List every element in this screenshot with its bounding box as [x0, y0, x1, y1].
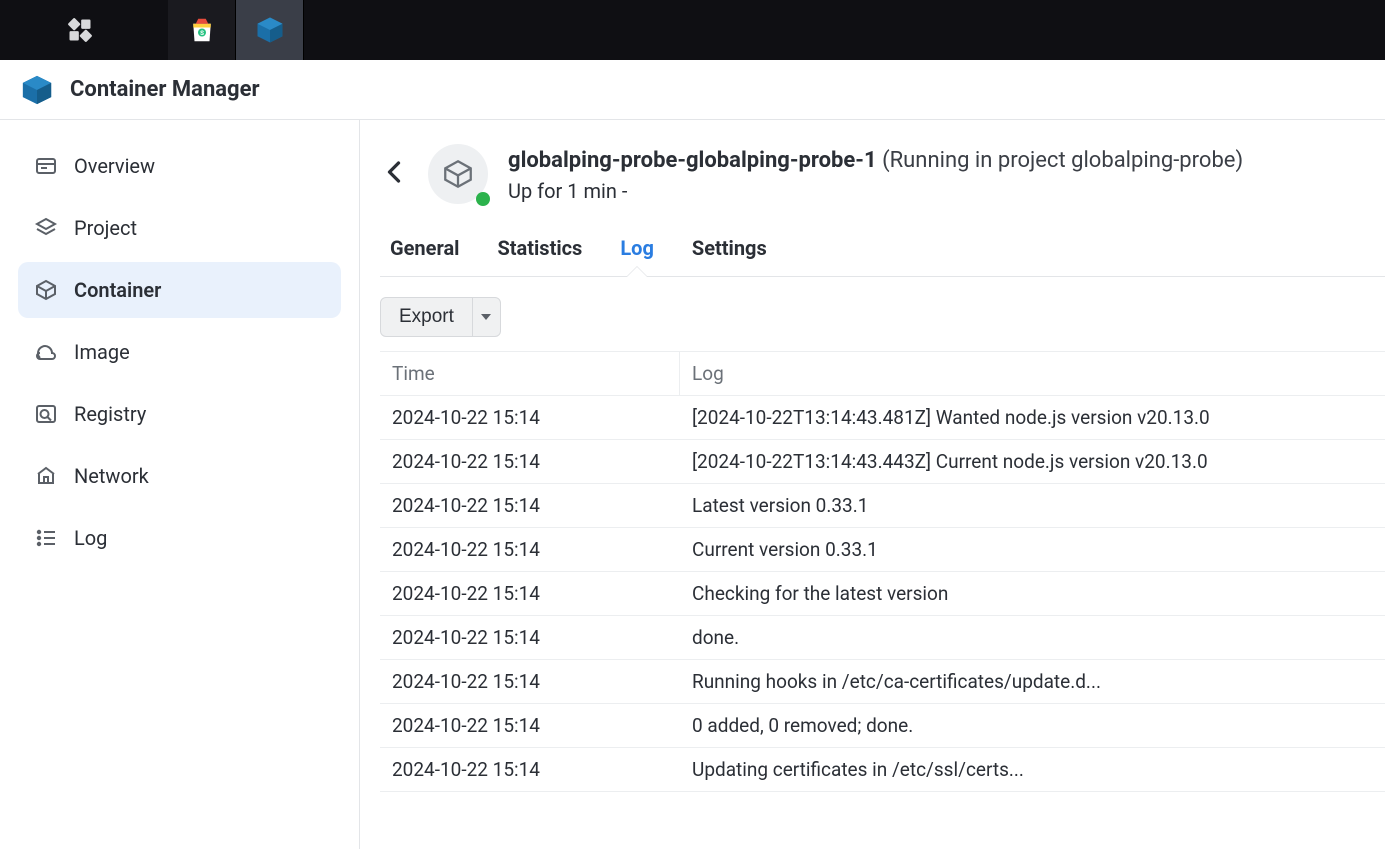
- tab-statistics[interactable]: Statistics: [497, 228, 582, 276]
- log-cell-msg: Current version 0.33.1: [680, 528, 1385, 571]
- container-name: globalping-probe-globalping-probe-1: [508, 148, 877, 173]
- app-bar: Container Manager: [0, 60, 1385, 120]
- os-topbar: S: [0, 0, 1385, 60]
- shopping-bag-icon: S: [187, 15, 217, 45]
- log-toolbar: Export: [380, 277, 1385, 351]
- log-row[interactable]: 2024-10-22 15:14Running hooks in /etc/ca…: [380, 660, 1385, 704]
- log-cell-time: 2024-10-22 15:14: [380, 396, 680, 439]
- log-row[interactable]: 2024-10-22 15:14Latest version 0.33.1: [380, 484, 1385, 528]
- network-icon: [34, 464, 58, 488]
- app-logo: [20, 73, 54, 107]
- launcher-button[interactable]: [0, 0, 160, 60]
- log-row[interactable]: 2024-10-22 15:14done.: [380, 616, 1385, 660]
- log-cell-msg: [2024-10-22T13:14:43.481Z] Wanted node.j…: [680, 396, 1385, 439]
- sidebar-item-label: Network: [74, 464, 149, 488]
- sidebar-item-label: Image: [74, 340, 130, 364]
- window-tab-store[interactable]: S: [168, 0, 236, 60]
- detail-header: globalping-probe-globalping-probe-1 (Run…: [380, 144, 1385, 204]
- log-table: Time Log 2024-10-22 15:14[2024-10-22T13:…: [380, 351, 1385, 792]
- log-cell-time: 2024-10-22 15:14: [380, 748, 680, 791]
- sidebar-item-label: Overview: [74, 154, 155, 178]
- sidebar-item-label: Container: [74, 278, 161, 302]
- main: Overview Project Container Image Registry Net…: [0, 120, 1385, 849]
- chevron-left-icon: [386, 160, 402, 184]
- log-cell-msg: Running hooks in /etc/ca-certificates/up…: [680, 660, 1385, 703]
- container-app-icon: [20, 73, 54, 107]
- log-cell-time: 2024-10-22 15:14: [380, 484, 680, 527]
- sidebar-item-overview[interactable]: Overview: [18, 138, 341, 194]
- detail-tabs: General Statistics Log Settings: [380, 228, 1385, 277]
- log-cell-msg: 0 added, 0 removed; done.: [680, 704, 1385, 747]
- log-cell-msg: Updating certificates in /etc/ssl/certs.…: [680, 748, 1385, 791]
- log-cell-time: 2024-10-22 15:14: [380, 616, 680, 659]
- image-icon: [34, 340, 58, 364]
- container-app-icon: [255, 15, 285, 45]
- export-dropdown-caret[interactable]: [472, 298, 500, 336]
- project-icon: [34, 216, 58, 240]
- detail-title: globalping-probe-globalping-probe-1 (Run…: [508, 148, 1243, 173]
- sidebar-item-log[interactable]: Log: [18, 510, 341, 566]
- sidebar-item-container[interactable]: Container: [18, 262, 341, 318]
- export-button[interactable]: Export: [381, 298, 472, 336]
- tab-log[interactable]: Log: [620, 228, 654, 276]
- log-row[interactable]: 2024-10-22 15:14Updating certificates in…: [380, 748, 1385, 792]
- log-row[interactable]: 2024-10-22 15:14[2024-10-22T13:14:43.481…: [380, 396, 1385, 440]
- sidebar-item-label: Log: [74, 526, 107, 550]
- sidebar-item-label: Registry: [74, 402, 146, 426]
- back-button[interactable]: [380, 144, 408, 192]
- col-header-time[interactable]: Time: [380, 352, 680, 395]
- content: globalping-probe-globalping-probe-1 (Run…: [360, 120, 1385, 849]
- tab-settings[interactable]: Settings: [692, 228, 767, 276]
- status-running-dot: [476, 192, 490, 206]
- log-cell-msg: Latest version 0.33.1: [680, 484, 1385, 527]
- col-header-log[interactable]: Log: [680, 352, 1385, 395]
- container-info: (Running in project globalping-probe): [882, 148, 1243, 173]
- tab-general[interactable]: General: [390, 228, 459, 276]
- detail-title-row: globalping-probe-globalping-probe-1 (Run…: [508, 144, 1243, 203]
- app-title: Container Manager: [70, 77, 260, 102]
- log-cell-msg: Checking for the latest version: [680, 572, 1385, 615]
- svg-text:S: S: [200, 29, 204, 37]
- sidebar: Overview Project Container Image Registry Net…: [0, 120, 360, 849]
- log-table-header: Time Log: [380, 352, 1385, 396]
- log-cell-time: 2024-10-22 15:14: [380, 660, 680, 703]
- sidebar-item-network[interactable]: Network: [18, 448, 341, 504]
- log-icon: [34, 526, 58, 550]
- registry-icon: [34, 402, 58, 426]
- overview-icon: [34, 154, 58, 178]
- log-row[interactable]: 2024-10-22 15:14Checking for the latest …: [380, 572, 1385, 616]
- window-tab-container-manager[interactable]: [236, 0, 304, 60]
- container-icon: [34, 278, 58, 302]
- container-subtitle: Up for 1 min -: [508, 179, 1243, 203]
- log-cell-msg: done.: [680, 616, 1385, 659]
- log-cell-time: 2024-10-22 15:14: [380, 528, 680, 571]
- container-avatar: [428, 144, 488, 204]
- export-split-button: Export: [380, 297, 501, 337]
- sidebar-item-image[interactable]: Image: [18, 324, 341, 380]
- sidebar-item-project[interactable]: Project: [18, 200, 341, 256]
- sidebar-item-registry[interactable]: Registry: [18, 386, 341, 442]
- sidebar-item-label: Project: [74, 216, 137, 240]
- log-cell-msg: [2024-10-22T13:14:43.443Z] Current node.…: [680, 440, 1385, 483]
- log-row[interactable]: 2024-10-22 15:14Current version 0.33.1: [380, 528, 1385, 572]
- log-cell-time: 2024-10-22 15:14: [380, 704, 680, 747]
- chevron-down-icon: [481, 314, 491, 320]
- log-row[interactable]: 2024-10-22 15:14[2024-10-22T13:14:43.443…: [380, 440, 1385, 484]
- log-cell-time: 2024-10-22 15:14: [380, 440, 680, 483]
- cube-icon: [441, 157, 475, 191]
- log-row[interactable]: 2024-10-22 15:140 added, 0 removed; done…: [380, 704, 1385, 748]
- grid-apps-icon: [66, 16, 94, 44]
- log-cell-time: 2024-10-22 15:14: [380, 572, 680, 615]
